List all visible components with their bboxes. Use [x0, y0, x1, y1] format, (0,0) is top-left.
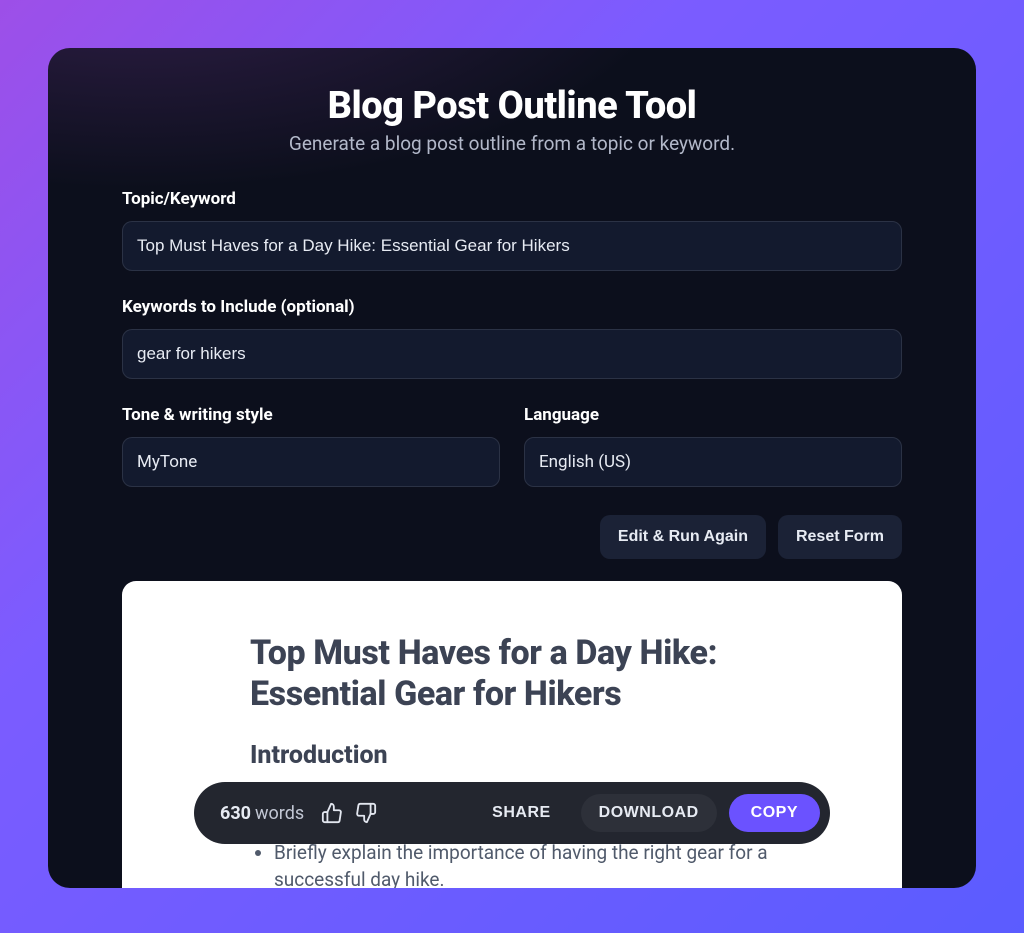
keywords-label: Keywords to Include (optional) [122, 297, 902, 317]
output-toolbar: 630 words SHARE DOWNLOAD COPY [194, 782, 830, 844]
thumbs-up-icon[interactable] [320, 801, 344, 825]
tone-select[interactable]: MyTone [122, 437, 500, 487]
language-label: Language [524, 405, 902, 425]
page-title: Blog Post Outline Tool [122, 84, 902, 128]
app-card: Blog Post Outline Tool Generate a blog p… [48, 48, 976, 888]
edit-run-again-button[interactable]: Edit & Run Again [600, 515, 766, 559]
topic-label: Topic/Keyword [122, 189, 902, 209]
reset-form-button[interactable]: Reset Form [778, 515, 902, 559]
share-button[interactable]: SHARE [474, 794, 569, 832]
page-subtitle: Generate a blog post outline from a topi… [122, 132, 902, 155]
language-select[interactable]: English (US) [524, 437, 902, 487]
thumbs-down-icon[interactable] [354, 801, 378, 825]
copy-button[interactable]: COPY [729, 794, 820, 832]
topic-input[interactable] [122, 221, 902, 271]
download-button[interactable]: DOWNLOAD [581, 794, 717, 832]
keywords-input[interactable] [122, 329, 902, 379]
output-title: Top Must Haves for a Day Hike: Essential… [250, 633, 774, 715]
output-section-heading: Introduction [250, 741, 774, 770]
word-count-number: 630 [220, 803, 251, 824]
word-count-label: words [255, 803, 304, 824]
output-bullet: Briefly explain the importance of having… [274, 839, 774, 888]
tone-label: Tone & writing style [122, 405, 500, 425]
